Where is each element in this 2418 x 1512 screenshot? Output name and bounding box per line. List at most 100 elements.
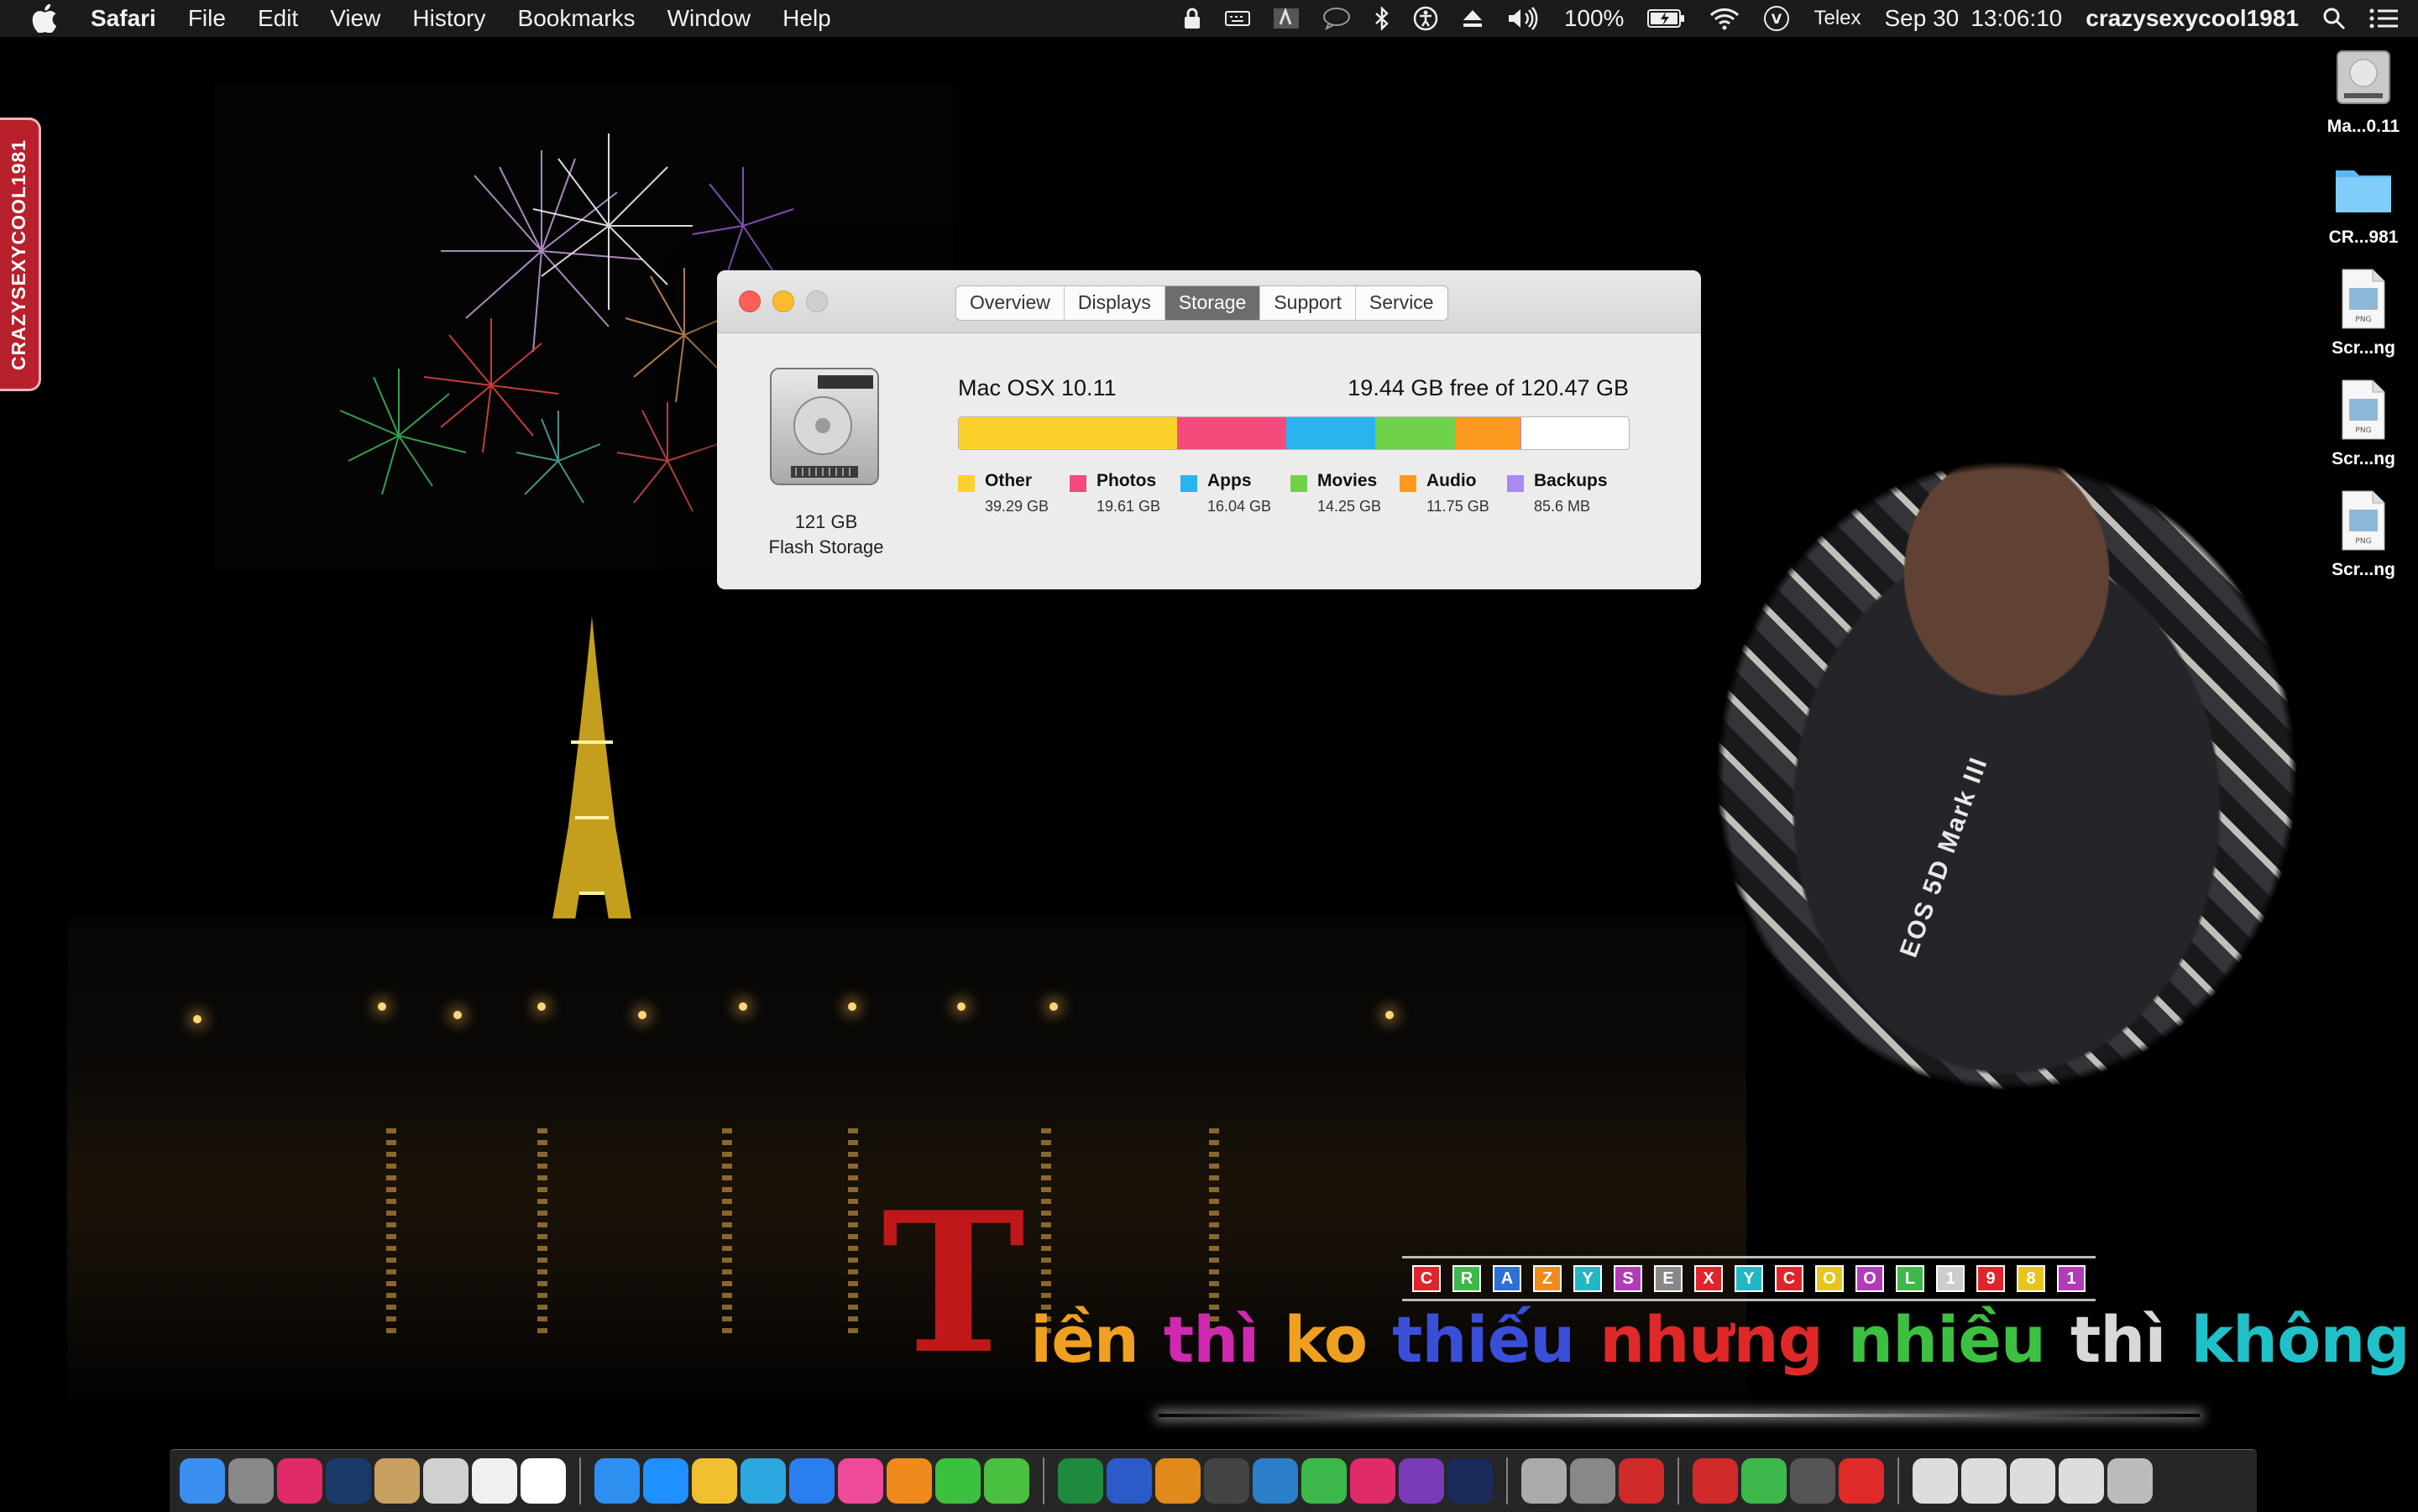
dock-dvd-player-icon[interactable] bbox=[1204, 1458, 1249, 1504]
legend-size: 14.25 GB bbox=[1317, 498, 1382, 515]
desktop-icon-screenshot-3[interactable]: PNG Scr...ng bbox=[2309, 489, 2418, 580]
glow-line bbox=[1159, 1414, 2200, 1417]
city-light bbox=[957, 1002, 966, 1011]
storage-segment-other[interactable] bbox=[959, 417, 1178, 449]
dock-textedit-icon[interactable] bbox=[472, 1458, 517, 1504]
keyboard-icon[interactable] bbox=[1224, 0, 1250, 37]
dock-disk-utility-icon[interactable] bbox=[1521, 1458, 1567, 1504]
dock-app-store-icon[interactable] bbox=[643, 1458, 688, 1504]
dock-final-cut-icon[interactable] bbox=[1399, 1458, 1444, 1504]
dock-doc-stack-2-icon[interactable] bbox=[1961, 1458, 2007, 1504]
dock-ibooks-icon[interactable] bbox=[887, 1458, 932, 1504]
input-method-label[interactable]: Telex bbox=[1814, 7, 1861, 30]
light-reflection bbox=[537, 1128, 547, 1338]
dock-notes-stack-icon[interactable] bbox=[374, 1458, 420, 1504]
lock-icon[interactable] bbox=[1183, 0, 1201, 37]
legend-name: Movies bbox=[1317, 471, 1378, 490]
tab-support[interactable]: Support bbox=[1260, 286, 1356, 320]
dock-zalo-icon[interactable] bbox=[789, 1458, 835, 1504]
dock-messages-icon[interactable] bbox=[935, 1458, 981, 1504]
dock-excel-icon[interactable] bbox=[1058, 1458, 1103, 1504]
legend-item-photos: Photos 19.61 GB bbox=[1070, 471, 1180, 515]
dock-doc-stack-3-icon[interactable] bbox=[2010, 1458, 2055, 1504]
menu-edit[interactable]: Edit bbox=[258, 5, 298, 32]
storage-segment-backups[interactable] bbox=[1520, 417, 1521, 449]
tab-service[interactable]: Service bbox=[1356, 286, 1447, 320]
input-method-icon[interactable]: V bbox=[1763, 0, 1790, 37]
dock-usb-app-icon[interactable] bbox=[277, 1458, 322, 1504]
close-button[interactable] bbox=[739, 290, 761, 312]
menu-history[interactable]: History bbox=[412, 5, 485, 32]
storage-usage-bar[interactable] bbox=[958, 416, 1630, 450]
wifi-icon[interactable] bbox=[1709, 0, 1740, 37]
tab-displays[interactable]: Displays bbox=[1065, 286, 1165, 320]
dock-camtasia-icon[interactable] bbox=[1301, 1458, 1347, 1504]
dock-photo-viewer-icon[interactable] bbox=[1253, 1458, 1298, 1504]
zoom-button[interactable] bbox=[806, 290, 828, 312]
menubar-user[interactable]: crazysexycool1981 bbox=[2086, 5, 2299, 32]
eject-icon[interactable] bbox=[1462, 0, 1484, 37]
legend-size: 16.04 GB bbox=[1207, 498, 1272, 515]
menu-view[interactable]: View bbox=[330, 5, 380, 32]
desktop-icon-screenshot-2[interactable]: PNG Scr...ng bbox=[2309, 379, 2418, 469]
battery-icon[interactable] bbox=[1647, 0, 1686, 37]
dock-cleaner-icon[interactable] bbox=[984, 1458, 1029, 1504]
storage-segment-audio[interactable] bbox=[1454, 417, 1520, 449]
about-this-mac-window: Overview Displays Storage Support Servic… bbox=[717, 270, 1701, 589]
dock-finder-icon[interactable] bbox=[180, 1458, 225, 1504]
window-titlebar[interactable]: Overview Displays Storage Support Servic… bbox=[717, 270, 1701, 333]
dock-audio-app-icon[interactable] bbox=[1790, 1458, 1835, 1504]
light-reflection bbox=[848, 1128, 858, 1338]
desktop-icon-folder[interactable]: CR...981 bbox=[2309, 157, 2418, 248]
dock-word-icon[interactable] bbox=[1107, 1458, 1152, 1504]
dock-system-preferences-icon[interactable] bbox=[228, 1458, 274, 1504]
menu-window[interactable]: Window bbox=[667, 5, 751, 32]
legend-name: Audio bbox=[1426, 471, 1477, 490]
dock-trash-icon[interactable] bbox=[2107, 1458, 2153, 1504]
slogan-word: ko bbox=[1284, 1302, 1368, 1377]
dock-drive-backup-icon[interactable] bbox=[1570, 1458, 1615, 1504]
adobe-icon[interactable] bbox=[1273, 0, 1299, 37]
tab-storage[interactable]: Storage bbox=[1165, 286, 1261, 320]
storage-segment-movies[interactable] bbox=[1375, 417, 1455, 449]
storage-segment-apps[interactable] bbox=[1286, 417, 1376, 449]
dock-photo-editor-icon[interactable] bbox=[1350, 1458, 1395, 1504]
menubar-date[interactable]: Sep 30 bbox=[1885, 5, 1960, 32]
dock-safari-icon[interactable] bbox=[594, 1458, 640, 1504]
dock-clock-widget-icon[interactable] bbox=[326, 1458, 371, 1504]
dock-itunes-icon[interactable] bbox=[838, 1458, 883, 1504]
desktop-icon-hard-drive[interactable]: Ma...0.11 bbox=[2309, 46, 2418, 137]
tab-overview[interactable]: Overview bbox=[956, 286, 1065, 320]
dock-hd-video-icon[interactable] bbox=[1155, 1458, 1201, 1504]
volume-icon[interactable] bbox=[1507, 0, 1541, 37]
dock-preview-icon[interactable] bbox=[423, 1458, 468, 1504]
side-tab[interactable]: CRAZYSEXYCOOL1981 bbox=[0, 118, 41, 391]
menu-file[interactable]: File bbox=[188, 5, 226, 32]
dock-calendar-icon[interactable] bbox=[521, 1458, 566, 1504]
storage-segment-photos[interactable] bbox=[1177, 417, 1287, 449]
dock-pdf-expert-icon[interactable] bbox=[1693, 1458, 1738, 1504]
accessibility-icon[interactable] bbox=[1413, 0, 1438, 37]
dock-joystick-icon[interactable] bbox=[1619, 1458, 1664, 1504]
dock-doc-stack-1-icon[interactable] bbox=[1913, 1458, 1958, 1504]
menu-app-name[interactable]: Safari bbox=[91, 5, 156, 32]
spotlight-search-icon[interactable] bbox=[2322, 0, 2346, 37]
dock-chrome-like-icon[interactable] bbox=[741, 1458, 786, 1504]
menubar-time[interactable]: 13:06:10 bbox=[1971, 5, 2062, 32]
legend-size: 39.29 GB bbox=[985, 498, 1049, 515]
minimize-button[interactable] bbox=[772, 290, 794, 312]
desktop-wallpaper: EOS 5D Mark III CRAZYSEXYCOOL1981 T iền t… bbox=[0, 37, 2418, 1511]
menu-help[interactable]: Help bbox=[782, 5, 831, 32]
apple-menu-icon[interactable] bbox=[32, 4, 65, 33]
dock-sync-app-icon[interactable] bbox=[1741, 1458, 1787, 1504]
bluetooth-icon[interactable] bbox=[1374, 0, 1390, 37]
notification-center-icon[interactable] bbox=[2369, 0, 2398, 37]
light-reflection bbox=[386, 1128, 396, 1338]
message-bubble-icon[interactable] bbox=[1322, 0, 1351, 37]
menu-bookmarks[interactable]: Bookmarks bbox=[518, 5, 636, 32]
desktop-icon-screenshot-1[interactable]: PNG Scr...ng bbox=[2309, 268, 2418, 358]
dock-free-shutter-counter-icon[interactable] bbox=[1839, 1458, 1884, 1504]
dock-maps-icon[interactable] bbox=[692, 1458, 737, 1504]
dock-doc-stack-4-icon[interactable] bbox=[2059, 1458, 2104, 1504]
dock-photoshop-icon[interactable] bbox=[1447, 1458, 1493, 1504]
